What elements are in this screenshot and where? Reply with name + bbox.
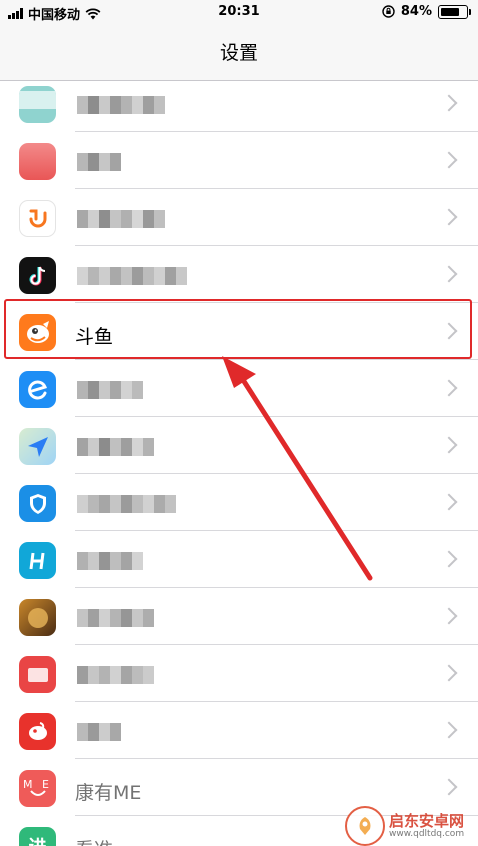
watermark-text: 启东安卓网 www.qdltdq.com (389, 813, 464, 839)
watermark-logo-icon (345, 806, 385, 846)
watermark: 启东安卓网 www.qdltdq.com (345, 806, 464, 846)
watermark-url: www.qdltdq.com (389, 829, 465, 839)
watermark-title: 启东安卓网 (389, 812, 465, 830)
annotation-arrow-icon (222, 356, 373, 581)
